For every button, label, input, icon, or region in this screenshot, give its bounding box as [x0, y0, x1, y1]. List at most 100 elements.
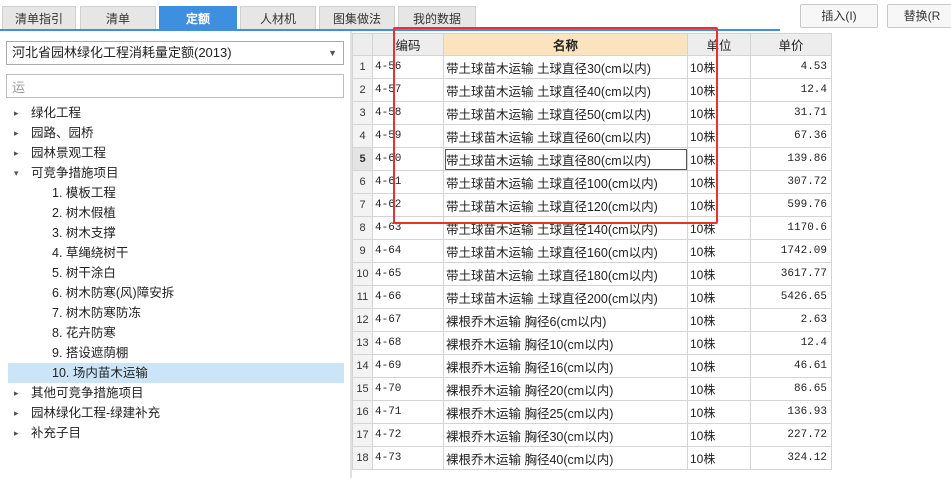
table-row[interactable]: 8 4-63 带土球苗木运输 土球直径140(cm以内) 10株 1170.6: [352, 216, 832, 240]
tree-item[interactable]: ▸ 园林绿化工程-绿建补充: [0, 403, 350, 423]
row-number[interactable]: 3: [352, 101, 373, 125]
cell-name[interactable]: 裸根乔木运输 胸径40(cm以内): [443, 446, 688, 470]
cell-code[interactable]: 4-67: [372, 308, 444, 332]
table-row[interactable]: 5 4-60 带土球苗木运输 土球直径80(cm以内) 10株 139.86: [352, 147, 832, 171]
cell-code[interactable]: 4-64: [372, 239, 444, 263]
row-number[interactable]: 17: [352, 423, 373, 447]
cell-unit[interactable]: 10株: [687, 331, 751, 355]
row-number[interactable]: 10: [352, 262, 373, 286]
cell-code[interactable]: 4-58: [372, 101, 444, 125]
table-row[interactable]: 6 4-61 带土球苗木运输 土球直径100(cm以内) 10株 307.72: [352, 170, 832, 194]
tree-item[interactable]: 10. 场内苗木运输: [8, 363, 344, 383]
tab-labor-material-machine[interactable]: 人材机: [240, 6, 316, 30]
table-row[interactable]: 3 4-58 带土球苗木运输 土球直径50(cm以内) 10株 31.71: [352, 101, 832, 125]
cell-price[interactable]: 1742.09: [750, 239, 832, 263]
cell-code[interactable]: 4-68: [372, 331, 444, 355]
cell-name[interactable]: 带土球苗木运输 土球直径160(cm以内): [443, 239, 688, 263]
cell-price[interactable]: 12.4: [750, 331, 832, 355]
tree-item[interactable]: 3. 树木支撑: [0, 223, 350, 243]
cell-code[interactable]: 4-56: [372, 55, 444, 79]
cell-code[interactable]: 4-73: [372, 446, 444, 470]
row-number[interactable]: 16: [352, 400, 373, 424]
caret-right-icon[interactable]: ▸: [14, 423, 24, 443]
cell-price[interactable]: 599.76: [750, 193, 832, 217]
cell-code[interactable]: 4-59: [372, 124, 444, 148]
header-price[interactable]: 单价: [750, 33, 832, 56]
cell-unit[interactable]: 10株: [687, 377, 751, 401]
row-number[interactable]: 1: [352, 55, 373, 79]
cell-price[interactable]: 307.72: [750, 170, 832, 194]
cell-unit[interactable]: 10株: [687, 423, 751, 447]
table-row[interactable]: 11 4-66 带土球苗木运输 土球直径200(cm以内) 10株 5426.65: [352, 285, 832, 309]
header-unit[interactable]: 单位: [687, 33, 751, 56]
cell-name[interactable]: 带土球苗木运输 土球直径60(cm以内): [443, 124, 688, 148]
cell-unit[interactable]: 10株: [687, 446, 751, 470]
cell-name[interactable]: 裸根乔木运输 胸径20(cm以内): [443, 377, 688, 401]
cell-code[interactable]: 4-65: [372, 262, 444, 286]
table-row[interactable]: 14 4-69 裸根乔木运输 胸径16(cm以内) 10株 46.61: [352, 354, 832, 378]
cell-name[interactable]: 带土球苗木运输 土球直径140(cm以内): [443, 216, 688, 240]
tree-item[interactable]: 2. 树木假植: [0, 203, 350, 223]
quota-library-select[interactable]: 河北省园林绿化工程消耗量定额(2013) ▼: [6, 41, 344, 65]
cell-name[interactable]: 裸根乔木运输 胸径10(cm以内): [443, 331, 688, 355]
table-row[interactable]: 7 4-62 带土球苗木运输 土球直径120(cm以内) 10株 599.76: [352, 193, 832, 217]
cell-price[interactable]: 4.53: [750, 55, 832, 79]
tab-quota[interactable]: 定额: [159, 6, 237, 30]
cell-unit[interactable]: 10株: [687, 101, 751, 125]
tab-list-guide[interactable]: 清单指引: [2, 6, 76, 30]
cell-price[interactable]: 12.4: [750, 78, 832, 102]
row-number[interactable]: 8: [352, 216, 373, 240]
cell-name[interactable]: 带土球苗木运输 土球直径100(cm以内): [443, 170, 688, 194]
tree-item[interactable]: ▸ 园路、园桥: [0, 123, 350, 143]
cell-name[interactable]: 带土球苗木运输 土球直径40(cm以内): [443, 78, 688, 102]
cell-price[interactable]: 5426.65: [750, 285, 832, 309]
table-row[interactable]: 12 4-67 裸根乔木运输 胸径6(cm以内) 10株 2.63: [352, 308, 832, 332]
row-number[interactable]: 15: [352, 377, 373, 401]
table-row[interactable]: 17 4-72 裸根乔木运输 胸径30(cm以内) 10株 227.72: [352, 423, 832, 447]
tree-item[interactable]: 4. 草绳绕树干: [0, 243, 350, 263]
row-number[interactable]: 14: [352, 354, 373, 378]
cell-name[interactable]: 带土球苗木运输 土球直径120(cm以内): [443, 193, 688, 217]
row-number[interactable]: 9: [352, 239, 373, 263]
row-number[interactable]: 7: [352, 193, 373, 217]
table-row[interactable]: 10 4-65 带土球苗木运输 土球直径180(cm以内) 10株 3617.77: [352, 262, 832, 286]
cell-unit[interactable]: 10株: [687, 239, 751, 263]
cell-unit[interactable]: 10株: [687, 262, 751, 286]
cell-price[interactable]: 136.93: [750, 400, 832, 424]
cell-name[interactable]: 带土球苗木运输 土球直径80(cm以内): [443, 147, 688, 171]
caret-right-icon[interactable]: ▸: [14, 103, 24, 123]
tab-list[interactable]: 清单: [80, 6, 156, 30]
row-number[interactable]: 11: [352, 285, 373, 309]
tree-item[interactable]: ▸ 园林景观工程: [0, 143, 350, 163]
cell-price[interactable]: 1170.6: [750, 216, 832, 240]
cell-price[interactable]: 67.36: [750, 124, 832, 148]
tree-item[interactable]: ▸ 其他可竞争措施项目: [0, 383, 350, 403]
cell-name[interactable]: 裸根乔木运输 胸径25(cm以内): [443, 400, 688, 424]
row-number[interactable]: 5: [352, 147, 373, 171]
tree-item[interactable]: ▾ 可竞争措施项目: [0, 163, 350, 183]
cell-code[interactable]: 4-66: [372, 285, 444, 309]
cell-code[interactable]: 4-71: [372, 400, 444, 424]
tree-item[interactable]: 8. 花卉防寒: [0, 323, 350, 343]
caret-right-icon[interactable]: ▸: [14, 383, 24, 403]
cell-price[interactable]: 86.65: [750, 377, 832, 401]
row-number[interactable]: 13: [352, 331, 373, 355]
header-name[interactable]: 名称: [443, 33, 688, 56]
cell-code[interactable]: 4-57: [372, 78, 444, 102]
tree-item[interactable]: 6. 树木防寒(风)障安拆: [0, 283, 350, 303]
cell-price[interactable]: 324.12: [750, 446, 832, 470]
cell-price[interactable]: 3617.77: [750, 262, 832, 286]
cell-unit[interactable]: 10株: [687, 170, 751, 194]
tab-atlas-practice[interactable]: 图集做法: [319, 6, 395, 30]
tree-item[interactable]: 9. 搭设遮荫棚: [0, 343, 350, 363]
cell-code[interactable]: 4-70: [372, 377, 444, 401]
table-row[interactable]: 2 4-57 带土球苗木运输 土球直径40(cm以内) 10株 12.4: [352, 78, 832, 102]
cell-name[interactable]: 带土球苗木运输 土球直径50(cm以内): [443, 101, 688, 125]
cell-name[interactable]: 裸根乔木运输 胸径16(cm以内): [443, 354, 688, 378]
cell-unit[interactable]: 10株: [687, 78, 751, 102]
tree-item[interactable]: ▸ 补充子目: [0, 423, 350, 443]
cell-unit[interactable]: 10株: [687, 354, 751, 378]
cell-unit[interactable]: 10株: [687, 193, 751, 217]
cell-unit[interactable]: 10株: [687, 216, 751, 240]
cell-unit[interactable]: 10株: [687, 55, 751, 79]
